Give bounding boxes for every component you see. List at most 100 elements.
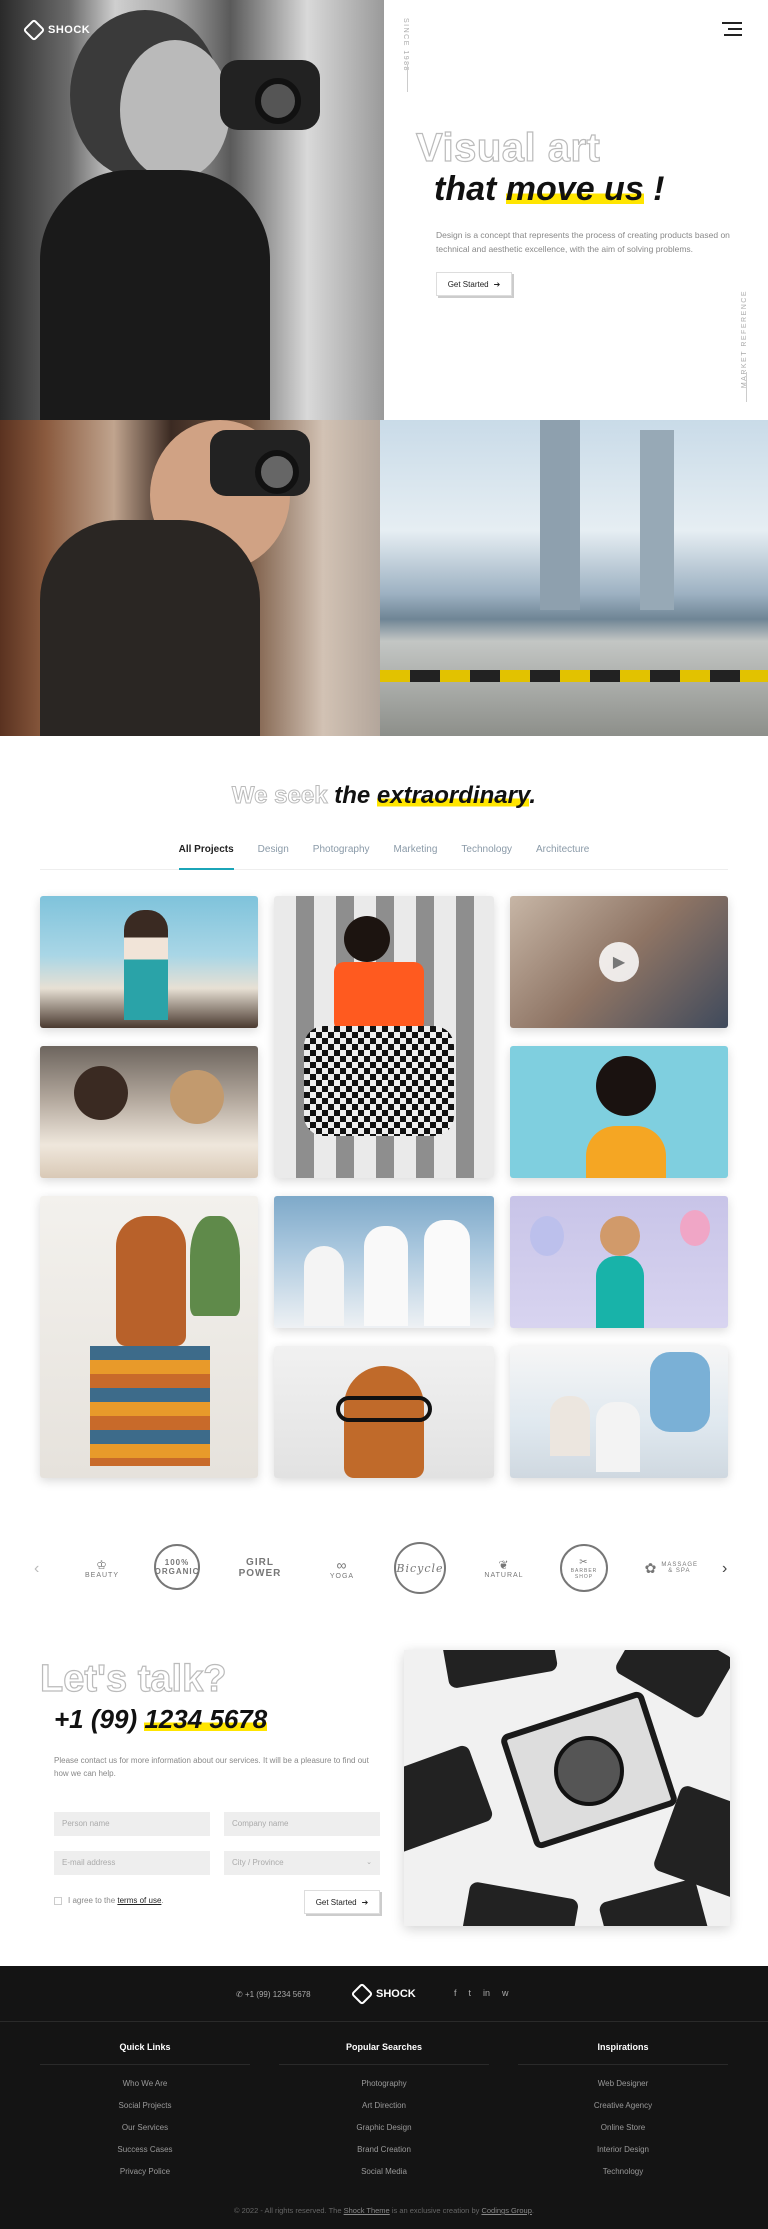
portfolio-item-dog-books[interactable] — [40, 1196, 258, 1478]
hero-title-main: that move us ! — [434, 170, 665, 209]
footer-phone-label: +1 (99) 1234 5678 — [244, 1990, 311, 1999]
portfolio-item-kids-laptop[interactable] — [510, 1346, 728, 1478]
portfolio-item-kids-reading[interactable] — [40, 1046, 258, 1178]
contact-submit-button[interactable]: Get Started ➔ — [304, 1890, 380, 1914]
tab-photography[interactable]: Photography — [313, 840, 370, 870]
footer-link[interactable]: Our Services — [40, 2123, 250, 2132]
person-name-field[interactable]: Person name — [54, 1812, 210, 1836]
yoga-icon: ∞ — [336, 1556, 348, 1573]
hero-title-prefix: that — [434, 170, 506, 208]
spa-icon: ✿ — [644, 1559, 658, 1576]
footer-link[interactable]: Privacy Police — [40, 2167, 250, 2176]
portfolio-item-video-dog[interactable]: ▶ — [510, 896, 728, 1028]
brands-carousel: ‹ ♔ BEAUTY 100% ORGANIC GIRL POWER ∞ YOGA … — [30, 1540, 738, 1600]
hero-section: SHOCK SINCE 1988 Visual art that move us… — [0, 0, 768, 420]
city-select[interactable]: City / Province ⌄ — [224, 1851, 380, 1875]
contact-phone-prefix: +1 (99) — [54, 1704, 145, 1734]
since-divider — [407, 64, 408, 92]
footer-phone[interactable]: ✆ +1 (99) 1234 5678 — [236, 1990, 311, 1999]
portfolio-item-woman-chair[interactable] — [40, 896, 258, 1028]
leaf-icon: ❦ — [498, 1557, 510, 1572]
copyright-suffix: . — [531, 2206, 534, 2215]
terms-link[interactable]: terms of use — [117, 1896, 161, 1905]
facebook-icon[interactable]: f — [454, 1988, 457, 1998]
brand-bicycle-label: Bicycle — [396, 1561, 444, 1575]
footer-link[interactable]: Interior Design — [518, 2145, 728, 2154]
footer-link[interactable]: Social Media — [279, 2167, 489, 2176]
footer: ✆ +1 (99) 1234 5678 SHOCK f t in w Quick… — [0, 1966, 768, 2229]
copyright-author-link[interactable]: Codings Group — [481, 2206, 531, 2215]
market-divider — [746, 372, 747, 402]
brand-logo-massage: ✿ MASSAGE & SPA — [636, 1540, 706, 1596]
linkedin-icon[interactable]: in — [483, 1988, 490, 1998]
portfolio-item-woman-yellow[interactable] — [510, 1046, 728, 1178]
banner-image — [0, 420, 768, 736]
footer-link[interactable]: Art Direction — [279, 2101, 489, 2110]
tab-architecture[interactable]: Architecture — [536, 840, 589, 870]
footer-column-inspirations: Inspirations Web Designer Creative Agenc… — [518, 2042, 728, 2189]
tab-technology[interactable]: Technology — [461, 840, 512, 870]
contact-submit-label: Get Started — [315, 1897, 357, 1907]
footer-column-quick-links: Quick Links Who We Are Social Projects O… — [40, 2042, 250, 2189]
brands-prev-arrow-icon[interactable]: ‹ — [34, 1560, 39, 1578]
hero-get-started-button[interactable]: Get Started ➔ — [436, 272, 512, 296]
copyright-prefix: © 2022 - All rights reserved. The — [233, 2206, 344, 2215]
footer-link[interactable]: Brand Creation — [279, 2145, 489, 2154]
terms-row: I agree to the terms of use. — [54, 1896, 164, 1905]
footer-link[interactable]: Success Cases — [40, 2145, 250, 2154]
footer-link[interactable]: Who We Are — [40, 2079, 250, 2088]
footer-link[interactable]: Creative Agency — [518, 2101, 728, 2110]
scissors-icon: ✂ — [579, 1556, 589, 1568]
tab-all-projects[interactable]: All Projects — [178, 840, 234, 870]
logo-text: SHOCK — [48, 24, 91, 36]
footer-link[interactable]: Graphic Design — [279, 2123, 489, 2132]
tab-marketing[interactable]: Marketing — [394, 840, 438, 870]
company-name-field[interactable]: Company name — [224, 1812, 380, 1836]
hero-cta-label: Get Started — [447, 279, 489, 289]
portfolio-item-family[interactable] — [274, 1196, 494, 1328]
copyright-theme-link[interactable]: Shock Theme — [344, 2206, 390, 2215]
email-field[interactable]: E-mail address — [54, 1851, 210, 1875]
footer-column-title: Quick Links — [40, 2042, 250, 2065]
whatsapp-icon[interactable]: w — [502, 1988, 509, 1998]
dock-edge — [380, 670, 768, 682]
footer-logo[interactable]: SHOCK — [350, 1982, 416, 2006]
brand-logo-organic: 100% ORGANIC — [154, 1544, 200, 1590]
brand-barber-label: BARBER SHOP — [570, 1567, 598, 1580]
twitter-icon[interactable]: t — [469, 1988, 472, 1998]
brand-beauty-label: BEAUTY — [84, 1571, 119, 1579]
footer-link[interactable]: Online Store — [518, 2123, 728, 2132]
hero-description: Design is a concept that represents the … — [436, 230, 730, 254]
crane-shape — [640, 430, 674, 610]
terms-checkbox[interactable] — [54, 1896, 62, 1905]
hero-title-outline: Visual art — [415, 125, 601, 170]
footer-link[interactable]: Web Designer — [518, 2079, 728, 2088]
brands-next-arrow-icon[interactable]: › — [722, 1560, 727, 1578]
brand-yoga-label: YOGA — [329, 1572, 355, 1580]
brand-logo-natural: ❦ NATURAL — [476, 1540, 532, 1596]
terms-suffix: . — [161, 1896, 164, 1905]
terms-prefix: I agree to the — [68, 1896, 118, 1905]
contact-description: Please contact us for more information a… — [54, 1756, 369, 1778]
portfolio-item-girl-balloons[interactable] — [510, 1196, 728, 1328]
portfolio-item-woman-street[interactable] — [274, 896, 494, 1178]
crown-icon: ♔ — [96, 1557, 108, 1572]
header-logo[interactable]: SHOCK — [22, 18, 91, 42]
footer-link[interactable]: Social Projects — [40, 2101, 250, 2110]
portfolio-title-outline: We seek — [231, 782, 328, 810]
footer-link[interactable]: Photography — [279, 2079, 489, 2088]
brand-organic-label: 100% ORGANIC — [154, 1558, 200, 1576]
footer-column-title: Inspirations — [518, 2042, 728, 2065]
footer-link[interactable]: Technology — [518, 2167, 728, 2176]
portfolio-title-suffix: . — [529, 782, 537, 809]
play-icon[interactable]: ▶ — [599, 942, 639, 982]
footer-social-links: f t in w — [454, 1988, 509, 1998]
tab-design[interactable]: Design — [258, 840, 289, 870]
hamburger-menu-icon[interactable] — [720, 22, 742, 38]
portfolio-item-dog-glasses[interactable] — [274, 1346, 494, 1478]
phone-icon: ✆ — [236, 1990, 245, 1999]
portfolio-title-highlight: extraordinary — [376, 782, 530, 809]
footer-column-popular-searches: Popular Searches Photography Art Directi… — [279, 2042, 489, 2189]
hero-title-suffix: ! — [643, 170, 665, 208]
brand-natural-label: NATURAL — [484, 1571, 524, 1579]
